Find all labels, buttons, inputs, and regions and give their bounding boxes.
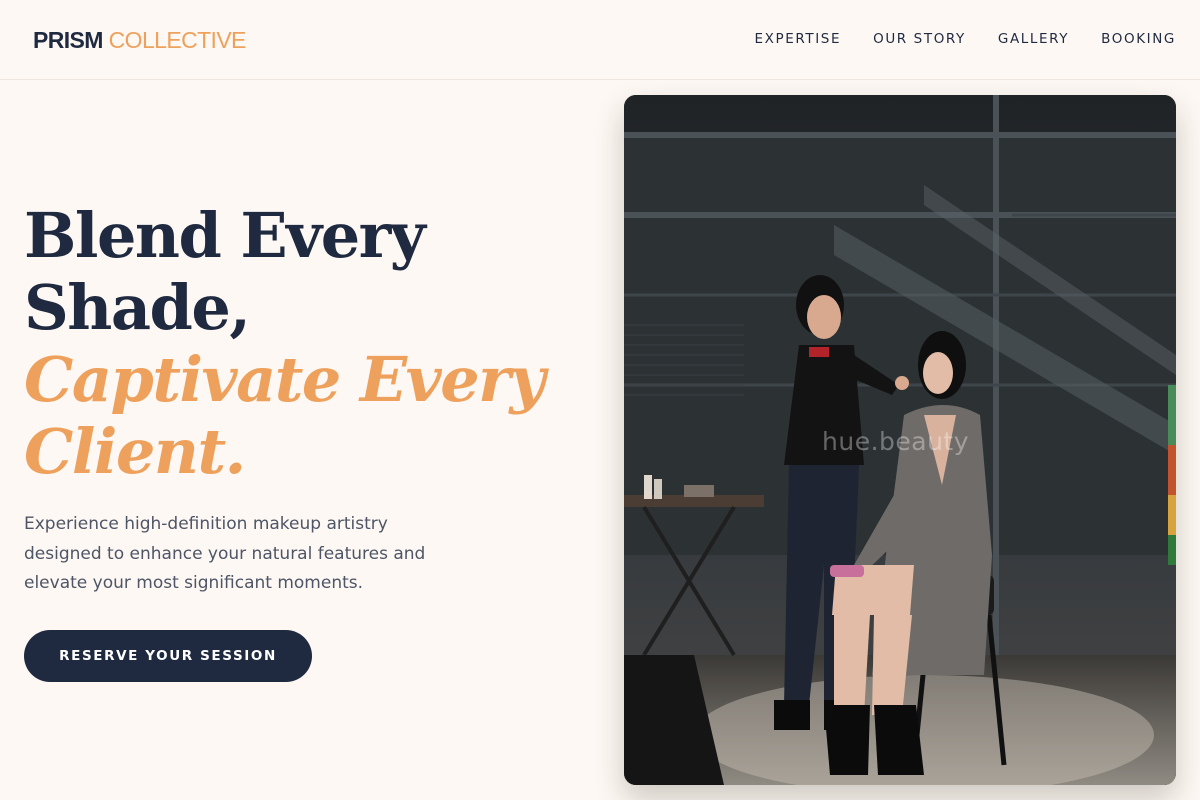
nav-link-our-story[interactable]: OUR STORY <box>873 30 966 48</box>
hero-title-accent-line-2: Client. <box>24 415 246 488</box>
site-header: PRISM COLLECTIVE EXPERTISE OUR STORY GAL… <box>0 0 1200 80</box>
hero-title: Blend Every Shade, Captivate Every Clien… <box>24 200 584 488</box>
hero-title-line-2: Shade, <box>24 271 251 344</box>
main-nav: EXPERTISE OUR STORY GALLERY BOOKING <box>755 30 1176 48</box>
hero-title-accent-line-1: Captivate Every <box>24 343 545 416</box>
brand-name-primary: PRISM <box>33 27 103 53</box>
brand-logo[interactable]: PRISM COLLECTIVE <box>33 27 246 53</box>
reserve-session-button[interactable]: RESERVE YOUR SESSION <box>24 630 312 682</box>
nav-link-booking[interactable]: BOOKING <box>1101 30 1176 48</box>
hero-photo: hue.beauty <box>624 95 1176 785</box>
brand-name-accent: COLLECTIVE <box>108 27 247 53</box>
hero-title-line-1: Blend Every <box>24 199 426 272</box>
photo-watermark: hue.beauty <box>822 427 970 456</box>
hero-description: Experience high-definition makeup artist… <box>24 514 426 593</box>
nav-link-expertise[interactable]: EXPERTISE <box>755 30 842 48</box>
nav-link-gallery[interactable]: GALLERY <box>998 30 1069 48</box>
